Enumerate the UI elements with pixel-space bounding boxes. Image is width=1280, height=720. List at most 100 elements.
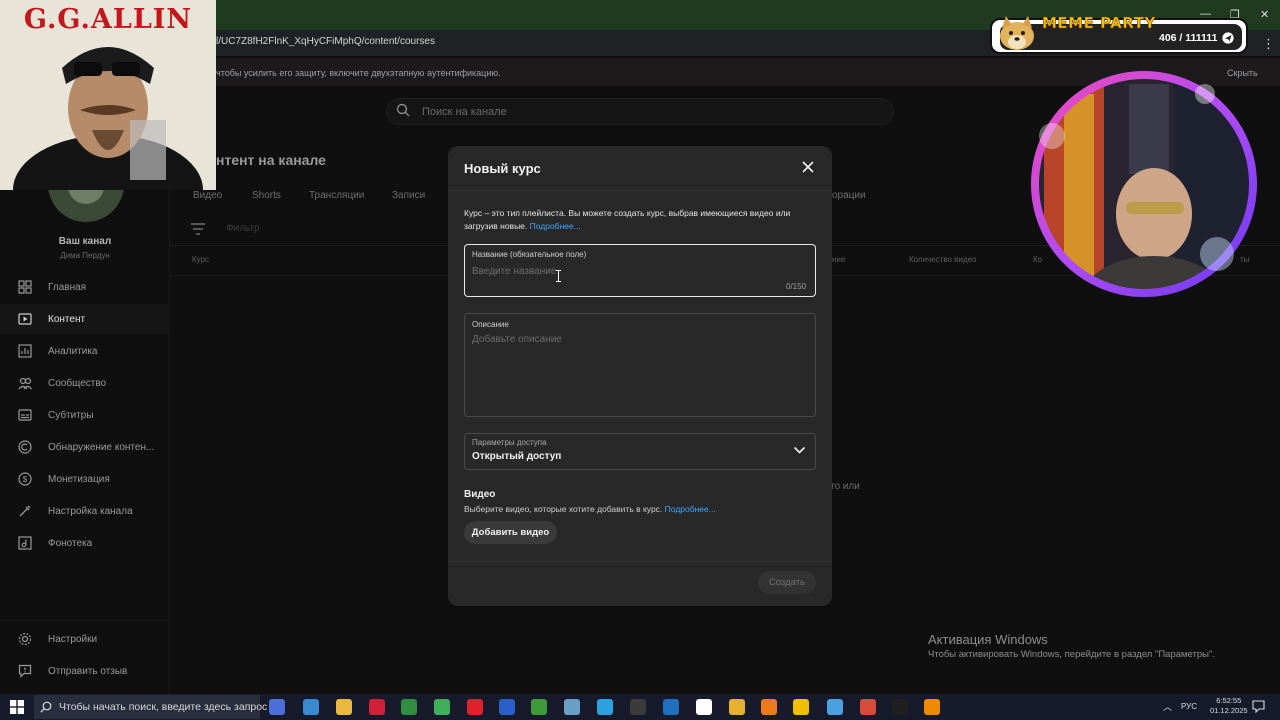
tab-posts[interactable]: Записи xyxy=(392,190,425,201)
tray-expand-icon[interactable]: ︿ xyxy=(1163,700,1172,713)
feedback-icon xyxy=(18,664,32,678)
sidebar-item-dashboard[interactable]: Главная xyxy=(0,272,170,302)
column-header-date[interactable]: ние xyxy=(832,255,845,264)
word-icon[interactable] xyxy=(499,699,515,715)
sidebar-item-label: Настройки xyxy=(48,634,98,645)
page-title: нтент на канале xyxy=(216,152,326,168)
filter-input[interactable]: Фильтр xyxy=(226,223,260,234)
column-header-video-count[interactable]: Количество видео xyxy=(909,255,976,264)
taskbar-search-text[interactable]: Чтобы начать поиск, введите здесь запрос xyxy=(59,701,267,713)
sidebar-item-customization[interactable]: Настройка канала xyxy=(0,496,170,526)
sidebar-item-copyright[interactable]: Обнаружение контен... xyxy=(0,432,170,462)
dialog-header-divider xyxy=(448,190,832,191)
streamer-webcam-ring xyxy=(1031,71,1257,297)
course-description-input[interactable] xyxy=(472,334,808,410)
course-name-label: Название (обязательное поле) xyxy=(472,250,587,259)
audio-library-icon xyxy=(18,536,32,550)
svg-text:$: $ xyxy=(23,475,28,484)
sidebar-item-label: Монетизация xyxy=(48,474,110,485)
tab-shorts[interactable]: Shorts xyxy=(252,190,281,201)
filter-icon[interactable] xyxy=(191,223,205,235)
chrome-icon[interactable] xyxy=(729,699,745,715)
security-notice-text: чтобы усилить его защиту, включите двухэ… xyxy=(216,68,501,78)
analytics-icon xyxy=(18,344,32,358)
close-window-button[interactable]: ✕ xyxy=(1260,8,1269,21)
chevron-down-icon[interactable] xyxy=(793,445,806,455)
chrome-profile-icon[interactable] xyxy=(860,699,876,715)
channel-search-placeholder[interactable]: Поиск на канале xyxy=(422,106,507,118)
course-name-input[interactable] xyxy=(472,264,772,278)
video-section-title: Видео xyxy=(464,489,496,500)
obs-icon[interactable] xyxy=(630,699,646,715)
sidebar-item-label: Обнаружение контен... xyxy=(48,442,155,453)
file-explorer-icon[interactable] xyxy=(336,699,352,715)
access-settings-label: Параметры доступа xyxy=(472,438,547,447)
yandex-icon[interactable] xyxy=(696,699,712,715)
dialog-description: Курс – это тип плейлиста. Вы можете созд… xyxy=(464,207,814,233)
channel-label: Ваш канал xyxy=(58,236,112,247)
webcam-title-overlay: G.G.ALLIN xyxy=(23,4,193,35)
meme-party-title: MEME PARTY xyxy=(1042,14,1156,33)
sidebar-item-content[interactable]: Контент xyxy=(0,304,170,334)
sidebar-item-gear[interactable]: Настройки xyxy=(0,624,170,654)
sidebar-item-monetization[interactable]: $ Монетизация xyxy=(0,464,170,494)
opera-icon[interactable] xyxy=(467,699,483,715)
close-icon[interactable] xyxy=(800,159,816,175)
clock-time: 6:52:55 xyxy=(1216,696,1242,705)
empty-state-text: то или xyxy=(830,481,860,492)
course-name-counter: 0/150 xyxy=(786,282,807,291)
input-language[interactable]: РУС xyxy=(1181,702,1197,711)
excel-addin-icon[interactable] xyxy=(401,699,417,715)
tab-live[interactable]: Трансляции xyxy=(309,190,364,201)
sidebar-item-feedback[interactable]: Отправить отзыв xyxy=(0,656,170,686)
text-cursor-icon xyxy=(556,270,561,282)
learn-more-link[interactable]: Подробнее... xyxy=(530,221,581,231)
channel-handle: Дима Пердун xyxy=(60,251,110,260)
copyright-icon xyxy=(18,440,32,454)
search-icon xyxy=(396,103,410,117)
windows-start-icon[interactable] xyxy=(10,700,24,714)
address-bar-url[interactable]: l/UC7Z8fH2FlnK_XqHyCFiMphQ/content/cours… xyxy=(216,36,435,47)
chrome-alt-icon[interactable] xyxy=(827,699,843,715)
video-learn-more-link[interactable]: Подробнее... xyxy=(665,504,716,514)
play-app-icon[interactable] xyxy=(531,699,547,715)
sidebar-item-subtitles[interactable]: Субтитры xyxy=(0,400,170,430)
spreadsheet-icon[interactable] xyxy=(434,699,450,715)
course-description-label: Описание xyxy=(472,320,509,329)
sidebar-item-community[interactable]: Сообщество xyxy=(0,368,170,398)
folder-app-icon[interactable] xyxy=(564,699,580,715)
subtitles-icon xyxy=(18,409,32,421)
telegram-icon[interactable] xyxy=(597,699,613,715)
sidebar-item-label: Контент xyxy=(48,314,86,325)
notification-icon[interactable] xyxy=(1252,700,1265,713)
windows-activation-subtitle: Чтобы активировать Windows, перейдите в … xyxy=(928,649,1215,660)
browser-menu-icon[interactable]: ⋮ xyxy=(1262,36,1275,52)
tab-videos[interactable]: Видео xyxy=(193,190,222,201)
sidebar-item-label: Настройка канала xyxy=(48,506,133,517)
access-settings-value[interactable]: Открытый доступ xyxy=(472,451,561,462)
sidebar-item-analytics[interactable]: Аналитика xyxy=(0,336,170,366)
search-icon xyxy=(40,701,52,713)
capcut-icon[interactable] xyxy=(892,699,908,715)
photoshop-icon[interactable] xyxy=(663,699,679,715)
bars-app-icon[interactable] xyxy=(793,699,809,715)
sidebar-item-label: Аналитика xyxy=(48,346,98,357)
sidebar-item-label: Сообщество xyxy=(48,378,107,389)
taskbar-clock[interactable]: 6:52:55 01.12.2025 xyxy=(1210,696,1248,716)
sidebar-item-label: Фонотека xyxy=(48,538,93,549)
add-video-button[interactable]: Добавить видео xyxy=(464,521,557,544)
dialog-footer-divider xyxy=(448,561,832,562)
customization-icon xyxy=(19,505,31,517)
firefox-icon[interactable] xyxy=(761,699,777,715)
tab-collaborations[interactable]: орации xyxy=(832,190,866,201)
photos-icon[interactable] xyxy=(303,699,319,715)
task-view-icon[interactable] xyxy=(269,699,285,715)
opera-gx-icon[interactable] xyxy=(369,699,385,715)
sidebar-item-audio-library[interactable]: Фонотека xyxy=(0,528,170,558)
meme-party-counter: 406 / 111111 xyxy=(1159,32,1218,44)
column-header-course[interactable]: Курс xyxy=(192,255,209,264)
vlc-icon[interactable] xyxy=(924,699,940,715)
video-hint-text: Выберите видео, которые хотите добавить … xyxy=(464,504,663,514)
windows-activation-title: Активация Windows xyxy=(928,632,1048,647)
create-button[interactable]: Создать xyxy=(758,571,816,594)
